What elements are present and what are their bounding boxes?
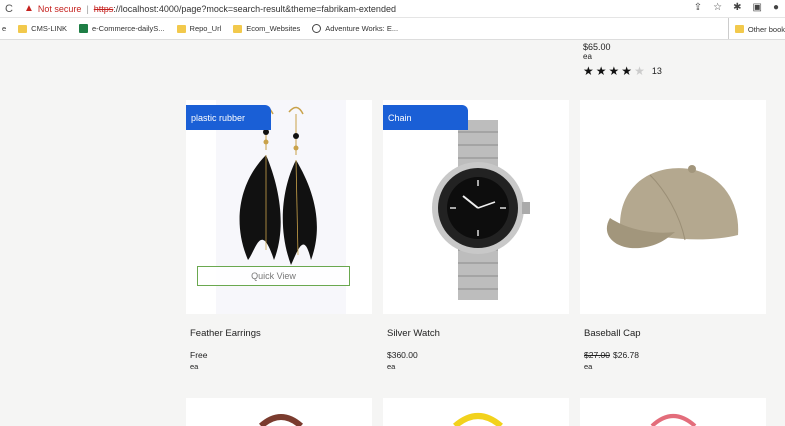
bookmark-label: e [2, 24, 7, 33]
product-card-image[interactable]: Chain [383, 100, 569, 314]
bookmark-item[interactable]: Repo_Url [176, 24, 222, 33]
product-card-image[interactable]: plastic rubber Quick View [186, 100, 372, 314]
product-unit: ea [583, 52, 592, 61]
product-card-image[interactable] [186, 398, 372, 426]
bookmark-label: CMS-LINK [31, 24, 68, 33]
product-price: $360.00 [387, 350, 418, 360]
top-product-info: $65.00 ea ★ ★ ★ ★ ★ 13 [583, 42, 662, 78]
product-card-image[interactable] [580, 100, 766, 314]
bookmark-item[interactable]: CMS-LINK [18, 24, 67, 33]
profile-icon[interactable]: ● [773, 2, 779, 13]
url-protocol[interactable]: https [94, 4, 114, 14]
product-price-group: $27.00 $26.78 [584, 350, 639, 360]
product-card-image[interactable] [383, 398, 569, 426]
product-price: Free [190, 350, 208, 360]
browser-actions: ⇪ ☆ ✱ ▣ ● [694, 2, 779, 13]
globe-icon [312, 24, 322, 33]
product-image-partial [258, 414, 304, 426]
folder-icon [176, 24, 186, 33]
product-tag: Chain [383, 105, 468, 130]
bookmark-item[interactable]: e [2, 24, 6, 33]
url-text[interactable]: ://localhost:4000/page?mock=search-resul… [113, 4, 396, 14]
share-icon[interactable]: ⇪ [694, 2, 702, 13]
rating-stars: ★ ★ ★ ★ ★ 13 [583, 64, 662, 78]
not-secure-label[interactable]: Not secure [38, 4, 82, 14]
product-unit: ea [190, 362, 199, 371]
star-icon: ★ [595, 64, 607, 78]
product-card-image[interactable] [580, 398, 766, 426]
review-count: 13 [651, 66, 662, 76]
quick-view-button[interactable]: Quick View [197, 266, 350, 286]
product-tag: plastic rubber [186, 105, 271, 130]
warning-icon: ▲ [24, 3, 34, 14]
star-empty-icon: ★ [634, 64, 645, 78]
product-old-price: $27.00 [584, 350, 610, 360]
product-price: $65.00 [583, 42, 611, 52]
address-bar: C ▲ Not secure | https ://localhost:4000… [0, 0, 785, 18]
url-separator: | [86, 3, 89, 14]
product-unit: ea [387, 362, 396, 371]
bookmark-star-icon[interactable]: ☆ [713, 2, 722, 13]
product-unit: ea [584, 362, 593, 371]
silver-watch-image [432, 120, 530, 300]
bookmark-label: Repo_Url [189, 24, 222, 33]
product-price: $26.78 [613, 350, 639, 360]
bookmark-item[interactable]: e-Commerce-dailyS... [79, 24, 165, 33]
product-image-partial [650, 414, 697, 426]
product-image-partial [453, 413, 503, 426]
star-icon: ★ [608, 64, 620, 78]
star-icon: ★ [621, 64, 633, 78]
reload-icon[interactable]: C [2, 3, 16, 15]
star-icon: ★ [583, 64, 594, 78]
bookmark-item[interactable]: Ecom_Websites [233, 24, 300, 33]
product-title[interactable]: Feather Earrings [190, 328, 261, 339]
spreadsheet-icon [79, 24, 89, 33]
folder-icon [18, 24, 28, 33]
folder-icon [734, 25, 744, 33]
other-bookmarks[interactable]: Other book [727, 18, 785, 39]
bookmark-label: Adventure Works: E... [325, 24, 399, 33]
bookmark-label: Ecom_Websites [246, 24, 301, 33]
product-title[interactable]: Silver Watch [387, 328, 440, 339]
product-title[interactable]: Baseball Cap [584, 328, 641, 339]
bookmarks-bar: e CMS-LINK e-Commerce-dailyS... Repo_Url… [0, 18, 785, 40]
extensions-icon[interactable]: ✱ [733, 2, 741, 13]
bookmark-item[interactable]: Adventure Works: E... [312, 24, 398, 33]
baseball-cap-image [606, 165, 739, 249]
other-bookmarks-label: Other book [747, 24, 785, 34]
bookmark-label: e-Commerce-dailyS... [92, 24, 165, 33]
sidepanel-icon[interactable]: ▣ [753, 2, 762, 13]
folder-icon [233, 24, 243, 33]
